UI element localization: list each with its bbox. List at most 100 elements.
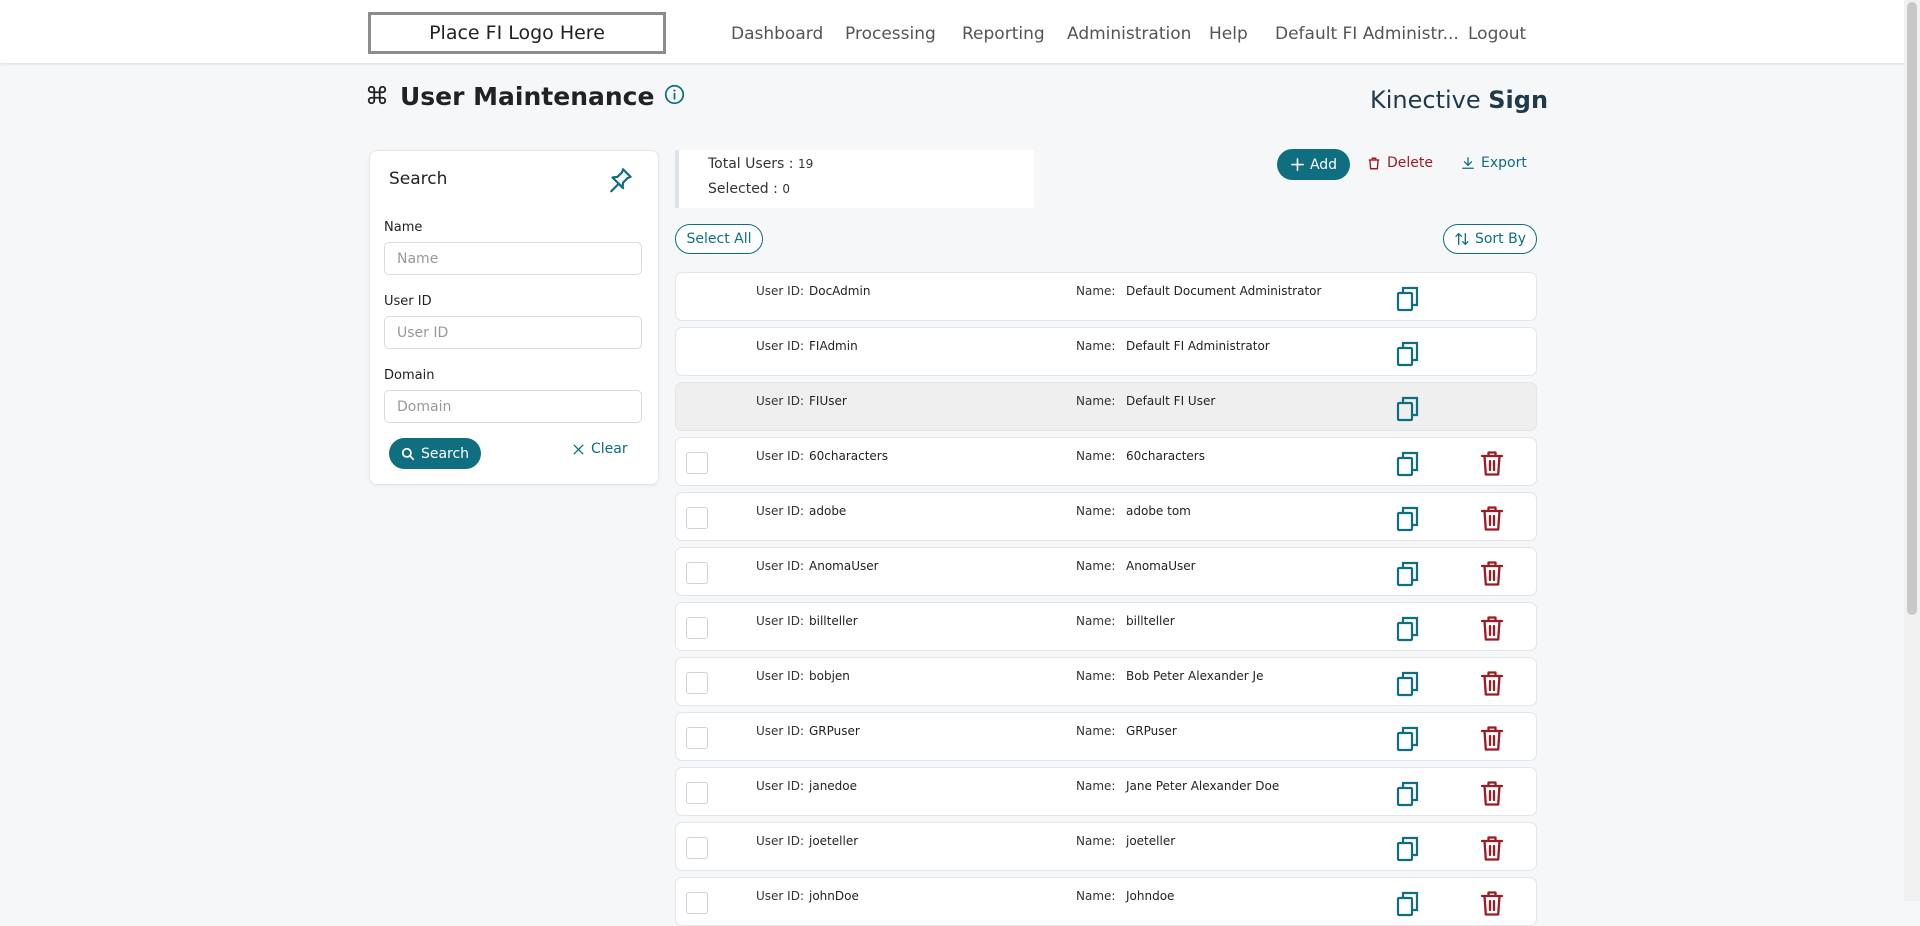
- fi-logo-placeholder[interactable]: Place FI Logo Here: [368, 12, 666, 54]
- copy-icon[interactable]: [1395, 725, 1421, 757]
- copy-icon[interactable]: [1395, 395, 1421, 427]
- user-row[interactable]: User ID: FIUser Name: Default FI User: [675, 382, 1537, 431]
- user-row[interactable]: User ID: FIAdmin Name: Default FI Administr…: [675, 327, 1537, 376]
- delete-button[interactable]: Delete: [1367, 155, 1433, 171]
- row-checkbox[interactable]: [686, 562, 708, 584]
- user-id-value: FIUser: [809, 394, 847, 408]
- row-checkbox[interactable]: [686, 507, 708, 529]
- copy-icon[interactable]: [1395, 285, 1421, 317]
- user-id-label: User ID:: [756, 504, 804, 518]
- name-label: Name:: [1076, 504, 1116, 518]
- nav-administration[interactable]: Administration: [1067, 0, 1191, 68]
- copy-icon[interactable]: [1395, 890, 1421, 922]
- name-value: 60characters: [1126, 449, 1205, 463]
- user-row[interactable]: User ID: adobe Name: adobe tom: [675, 492, 1537, 541]
- user-row[interactable]: User ID: johnDoe Name: Johndoe: [675, 877, 1537, 926]
- nav-logout[interactable]: Logout: [1468, 0, 1526, 68]
- brand-logo: Kinective Sign: [1370, 86, 1548, 114]
- row-checkbox[interactable]: [686, 727, 708, 749]
- copy-icon[interactable]: [1395, 560, 1421, 592]
- name-label: Name:: [1076, 614, 1116, 628]
- info-icon[interactable]: [664, 84, 685, 109]
- trash-icon[interactable]: [1480, 725, 1504, 756]
- copy-icon[interactable]: [1395, 340, 1421, 372]
- user-id-value: FIAdmin: [809, 339, 858, 353]
- name-label: Name: [384, 220, 423, 235]
- name-value: billteller: [1126, 614, 1175, 628]
- copy-icon[interactable]: [1395, 835, 1421, 867]
- user-id-value: GRPuser: [809, 724, 860, 738]
- user-row[interactable]: User ID: GRPuser Name: GRPuser: [675, 712, 1537, 761]
- total-users-label: Total Users :: [708, 156, 794, 172]
- copy-icon[interactable]: [1395, 670, 1421, 702]
- row-checkbox[interactable]: [686, 672, 708, 694]
- user-id-label: User ID:: [756, 559, 804, 573]
- user-summary: Total Users : 19 Selected : 0: [675, 150, 1034, 208]
- name-label: Name:: [1076, 559, 1116, 573]
- selected-label: Selected :: [708, 181, 778, 197]
- search-button-label: Search: [420, 445, 470, 462]
- row-checkbox[interactable]: [686, 617, 708, 639]
- row-checkbox[interactable]: [686, 892, 708, 914]
- domain-input[interactable]: [384, 390, 642, 423]
- trash-icon[interactable]: [1480, 560, 1504, 591]
- user-row[interactable]: User ID: joeteller Name: joeteller: [675, 822, 1537, 871]
- scrollbar-thumb[interactable]: [1907, 2, 1917, 615]
- name-label: Name:: [1076, 449, 1116, 463]
- trash-icon[interactable]: [1480, 835, 1504, 866]
- clear-button[interactable]: Clear: [572, 441, 628, 457]
- trash-icon[interactable]: [1480, 670, 1504, 701]
- user-row[interactable]: User ID: AnomaUser Name: AnomaUser: [675, 547, 1537, 596]
- export-button-label: Export: [1481, 155, 1527, 171]
- name-input[interactable]: [384, 242, 642, 275]
- copy-icon[interactable]: [1395, 780, 1421, 812]
- row-checkbox[interactable]: [686, 837, 708, 859]
- select-all-button[interactable]: Select All: [675, 224, 763, 254]
- nav-user-menu[interactable]: Default FI Administr...: [1275, 0, 1459, 68]
- user-id-input[interactable]: [384, 316, 642, 349]
- name-value: joeteller: [1126, 834, 1176, 848]
- row-checkbox[interactable]: [686, 782, 708, 804]
- total-users: Total Users : 19: [708, 156, 813, 172]
- export-button[interactable]: Export: [1461, 155, 1527, 171]
- copy-icon[interactable]: [1395, 615, 1421, 647]
- name-value: Default FI User: [1126, 394, 1216, 408]
- trash-icon[interactable]: [1480, 890, 1504, 921]
- user-row[interactable]: User ID: janedoe Name: Jane Peter Alexander…: [675, 767, 1537, 816]
- name-label: Name:: [1076, 339, 1116, 353]
- page-scrollbar[interactable]: [1904, 0, 1920, 901]
- user-id-label: User ID:: [756, 669, 804, 683]
- sort-by-button[interactable]: Sort By: [1443, 224, 1537, 254]
- user-row[interactable]: User ID: bobjen Name: Bob Peter Alexander J…: [675, 657, 1537, 706]
- pin-icon[interactable]: [605, 165, 635, 199]
- search-icon: [401, 447, 415, 461]
- user-row[interactable]: User ID: DocAdmin Name: Default Document Ad…: [675, 272, 1537, 321]
- add-user-button[interactable]: Add: [1277, 149, 1350, 180]
- user-row[interactable]: User ID: 60characters Name: 60characters: [675, 437, 1537, 486]
- add-button-label: Add: [1309, 156, 1338, 173]
- trash-icon[interactable]: [1480, 505, 1504, 536]
- copy-icon[interactable]: [1395, 450, 1421, 482]
- user-row[interactable]: User ID: billteller Name: billteller: [675, 602, 1537, 651]
- name-label: Name:: [1076, 669, 1116, 683]
- user-id-label: User ID: [384, 294, 432, 309]
- nav-processing[interactable]: Processing: [845, 0, 936, 68]
- trash-icon[interactable]: [1480, 450, 1504, 481]
- sort-by-label: Sort By: [1474, 231, 1527, 247]
- copy-icon[interactable]: [1395, 505, 1421, 537]
- row-checkbox[interactable]: [686, 452, 708, 474]
- search-button[interactable]: Search: [389, 438, 481, 469]
- nav-help[interactable]: Help: [1209, 0, 1248, 68]
- user-id-label: User ID:: [756, 724, 804, 738]
- nav-dashboard[interactable]: Dashboard: [731, 0, 823, 68]
- nav-reporting[interactable]: Reporting: [962, 0, 1045, 68]
- command-icon: [366, 84, 388, 110]
- name-value: Default Document Administrator: [1126, 284, 1322, 298]
- trash-icon[interactable]: [1480, 615, 1504, 646]
- delete-button-label: Delete: [1387, 155, 1433, 171]
- trash-icon[interactable]: [1480, 780, 1504, 811]
- download-icon: [1461, 156, 1475, 170]
- name-label: Name:: [1076, 284, 1116, 298]
- domain-label: Domain: [384, 368, 435, 383]
- name-value: Bob Peter Alexander Je: [1126, 669, 1264, 683]
